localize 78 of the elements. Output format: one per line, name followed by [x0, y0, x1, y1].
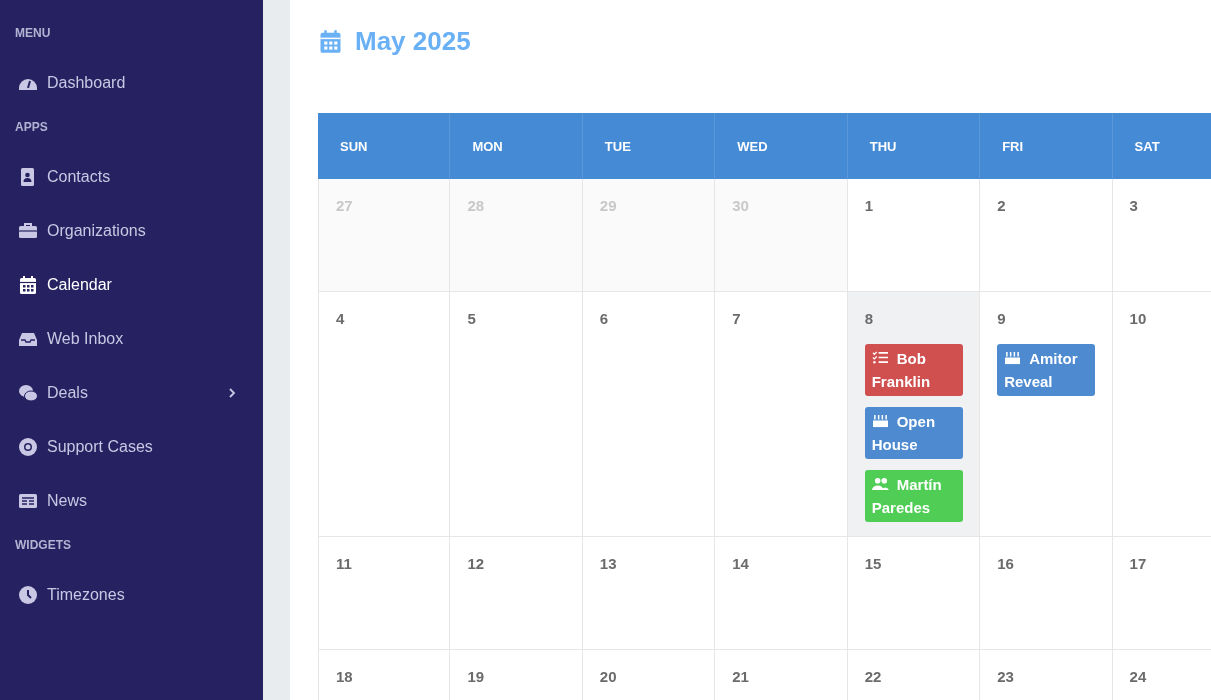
day-cell[interactable]: 3 — [1112, 179, 1211, 291]
day-cell[interactable]: 15 — [847, 537, 981, 649]
day-cell[interactable]: 11 — [318, 537, 451, 649]
weekday-header: THU — [847, 113, 981, 179]
day-number: 12 — [467, 555, 485, 572]
lifebuoy-icon — [18, 437, 38, 457]
day-number: 2 — [997, 197, 1006, 214]
day-cell[interactable]: 20 — [582, 650, 716, 700]
clock-icon — [18, 585, 38, 605]
cake-icon — [1004, 350, 1022, 365]
day-cell[interactable]: 23 — [980, 650, 1113, 700]
day-number: 6 — [599, 310, 609, 327]
sidebar-item[interactable]: Timezones — [0, 578, 263, 612]
sidebar-item[interactable]: Deals — [0, 376, 263, 410]
day-number: 18 — [336, 668, 353, 685]
day-number: 16 — [997, 555, 1014, 572]
day-cell[interactable]: 10 — [1112, 292, 1211, 536]
weekday-header: FRI — [980, 113, 1113, 179]
event-chip[interactable]: Bob Franklin — [864, 344, 963, 396]
day-cell[interactable]: 7 — [715, 292, 848, 536]
day-number: 7 — [732, 310, 741, 327]
day-cell[interactable]: 8 Bob Franklin Open House Martín Paredes — [847, 292, 981, 536]
day-number: 10 — [1129, 310, 1147, 327]
day-cell[interactable]: 13 — [582, 537, 716, 649]
briefcase-icon — [18, 221, 38, 241]
newspaper-icon — [18, 491, 38, 511]
calendar-icon — [318, 28, 343, 54]
day-number: 4 — [336, 310, 345, 327]
day-cell[interactable]: 18 — [318, 650, 451, 700]
calendar-icon — [18, 275, 38, 295]
day-cell[interactable]: 24 — [1112, 650, 1211, 700]
day-cell[interactable]: 19 — [450, 650, 583, 700]
weekday-header: SAT — [1112, 113, 1211, 179]
sidebar-item[interactable]: Organizations — [0, 214, 263, 248]
day-number: 15 — [864, 555, 882, 572]
day-number: 23 — [997, 668, 1014, 685]
month-title: May 2025 — [355, 25, 471, 57]
day-cell[interactable]: 12 — [450, 537, 583, 649]
day-cell[interactable]: 2 — [980, 179, 1113, 291]
day-cell[interactable]: 6 — [582, 292, 716, 536]
day-number: 17 — [1129, 555, 1147, 572]
section-heading: WIDGETS — [14, 538, 72, 552]
sidebar-item[interactable]: Calendar — [0, 268, 263, 302]
day-cell[interactable]: 17 — [1112, 537, 1211, 649]
day-cell[interactable]: 1 — [847, 179, 981, 291]
day-number: 21 — [732, 668, 749, 685]
day-number: 11 — [336, 555, 352, 572]
section-heading: APPS — [14, 120, 49, 134]
event-chip[interactable]: Open House — [864, 407, 963, 459]
day-number: 20 — [599, 668, 617, 685]
sidebar-item[interactable]: News — [0, 484, 263, 518]
day-number: 1 — [864, 197, 874, 214]
day-number: 19 — [467, 668, 485, 685]
day-number: 5 — [467, 310, 476, 327]
day-cell[interactable]: 16 — [980, 537, 1113, 649]
day-number: 9 — [997, 310, 1006, 327]
day-cell[interactable]: 14 — [715, 537, 848, 649]
day-cell[interactable]: 5 — [450, 292, 583, 536]
day-number: 24 — [1129, 668, 1147, 685]
day-cell[interactable]: 9 Amitor Reveal — [980, 292, 1113, 536]
day-cell[interactable]: 22 — [847, 650, 981, 700]
day-number: 3 — [1129, 197, 1138, 214]
day-number: 14 — [732, 555, 749, 572]
people-icon — [871, 476, 889, 491]
day-cell[interactable]: 21 — [715, 650, 848, 700]
sidebar-item[interactable]: Contacts — [0, 160, 263, 194]
day-cell[interactable]: 4 — [318, 292, 451, 536]
sidebar-item[interactable]: Web Inbox — [0, 322, 263, 356]
day-number: 22 — [864, 668, 882, 685]
sidebar-item[interactable]: Support Cases — [0, 430, 263, 464]
checklist-icon — [871, 350, 889, 365]
event-chip[interactable]: Amitor Reveal — [997, 344, 1096, 396]
sidebar-item[interactable]: Dashboard — [0, 66, 263, 100]
section-heading: MENU — [14, 26, 52, 40]
cake-icon — [871, 413, 889, 428]
day-number: 8 — [864, 310, 874, 327]
day-number: 13 — [599, 555, 617, 572]
chat-bubbles-icon — [18, 383, 38, 403]
